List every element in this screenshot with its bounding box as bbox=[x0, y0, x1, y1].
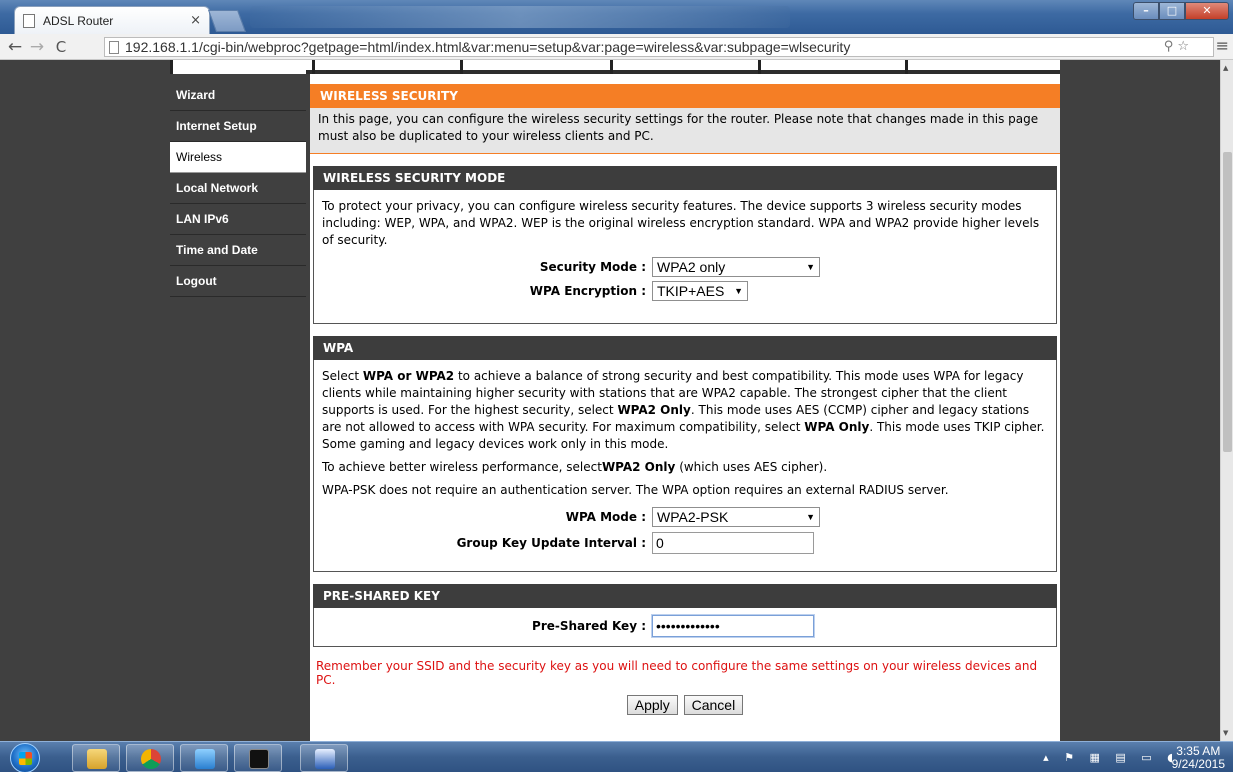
sidebar-item-lan-ipv6[interactable]: LAN IPv6 bbox=[170, 204, 306, 235]
page-icon bbox=[109, 40, 119, 54]
pre-shared-key-label: Pre-Shared Key : bbox=[532, 618, 646, 633]
ssid-reminder-note: Remember your SSID and the security key … bbox=[316, 659, 1038, 687]
group-key-interval-label: Group Key Update Interval : bbox=[456, 535, 646, 550]
chrome-icon bbox=[141, 749, 161, 769]
taskbar-word[interactable] bbox=[300, 744, 348, 772]
app-icon bbox=[195, 749, 215, 769]
forward-icon[interactable]: → bbox=[28, 37, 46, 57]
background-window-area bbox=[250, 6, 790, 28]
new-tab-button[interactable] bbox=[207, 10, 247, 32]
security-mode-label: Security Mode : bbox=[539, 259, 646, 274]
menu-icon[interactable]: ≡ bbox=[1216, 36, 1229, 55]
wpa-panel: Select WPA or WPA2 to achieve a balance … bbox=[313, 360, 1057, 572]
security-mode-value: WPA2 only bbox=[657, 258, 726, 275]
wpa-encryption-label: WPA Encryption : bbox=[529, 283, 646, 298]
windows-taskbar: ▴ ⚑ ▦ ▤ ▭ ◖ 3:35 AM 9/24/2015 bbox=[0, 741, 1233, 772]
browser-titlebar: ADSL Router × – □ ✕ bbox=[0, 0, 1233, 34]
tab-divider bbox=[312, 60, 315, 74]
security-mode-panel: To protect your privacy, you can configu… bbox=[313, 190, 1057, 324]
taskbar-app[interactable] bbox=[180, 744, 228, 772]
maximize-button[interactable]: □ bbox=[1159, 2, 1185, 20]
windows-logo-icon bbox=[19, 752, 32, 765]
back-icon[interactable]: ← bbox=[6, 37, 24, 57]
scroll-up-icon[interactable]: ▲ bbox=[1223, 64, 1228, 72]
wpa-encryption-value: TKIP+AES bbox=[657, 282, 725, 299]
tab-divider bbox=[758, 60, 761, 74]
window-controls: – □ ✕ bbox=[1133, 2, 1229, 20]
pre-shared-key-heading: PRE-SHARED KEY bbox=[313, 584, 1057, 608]
group-key-interval-input[interactable]: 0 bbox=[652, 532, 814, 554]
wpa-mode-select[interactable]: WPA2-PSK ▼ bbox=[652, 507, 820, 527]
minimize-button[interactable]: – bbox=[1133, 2, 1159, 20]
scrollbar-thumb[interactable] bbox=[1223, 152, 1232, 452]
pre-shared-key-input[interactable]: ••••••••••••• bbox=[652, 615, 814, 637]
command-prompt-icon bbox=[249, 749, 269, 769]
reload-icon[interactable]: C bbox=[52, 38, 70, 56]
page-viewport: Wizard Internet Setup Wireless Local Net… bbox=[0, 60, 1220, 741]
scroll-down-icon[interactable]: ▼ bbox=[1223, 729, 1228, 737]
wpa-heading: WPA bbox=[313, 336, 1057, 360]
cancel-button[interactable]: Cancel bbox=[683, 695, 744, 715]
security-mode-description: To protect your privacy, you can configu… bbox=[322, 199, 1040, 247]
close-window-button[interactable]: ✕ bbox=[1185, 2, 1229, 20]
address-toolbar: ← → C 192.168.1.1/cgi-bin/webproc?getpag… bbox=[0, 34, 1233, 60]
sidebar-item-internet-setup[interactable]: Internet Setup bbox=[170, 111, 306, 142]
wpa-encryption-select[interactable]: TKIP+AES ▼ bbox=[652, 281, 748, 301]
vertical-scrollbar[interactable]: ▲ ▼ bbox=[1220, 60, 1233, 741]
system-tray[interactable]: ▴ ⚑ ▦ ▤ ▭ ◖ bbox=[1043, 751, 1179, 764]
dropdown-arrow-icon: ▼ bbox=[734, 285, 743, 296]
taskbar-cmd[interactable] bbox=[234, 744, 282, 772]
pre-shared-key-row: Pre-Shared Key : ••••••••••••• bbox=[322, 614, 1048, 638]
sidebar-item-local-network[interactable]: Local Network bbox=[170, 173, 306, 204]
security-mode-select[interactable]: WPA2 only ▼ bbox=[652, 257, 820, 277]
sidebar-item-wireless[interactable]: Wireless bbox=[170, 142, 306, 173]
tab-divider bbox=[610, 60, 613, 74]
wireless-security-heading: WIRELESS SECURITY bbox=[310, 84, 1060, 108]
tab-divider bbox=[905, 60, 908, 74]
sidebar-item-logout[interactable]: Logout bbox=[170, 266, 306, 297]
start-button[interactable] bbox=[10, 743, 40, 772]
url-text[interactable]: 192.168.1.1/cgi-bin/webproc?getpage=html… bbox=[125, 39, 850, 55]
wpa-mode-row: WPA Mode : WPA2-PSK ▼ bbox=[322, 505, 1048, 529]
pre-shared-key-panel: Pre-Shared Key : ••••••••••••• bbox=[313, 608, 1057, 647]
taskbar-explorer[interactable] bbox=[72, 744, 120, 772]
top-nav-tabs bbox=[170, 60, 1060, 74]
folder-icon bbox=[87, 749, 107, 769]
sidebar-item-wizard[interactable]: Wizard bbox=[170, 80, 306, 111]
word-icon bbox=[315, 749, 335, 769]
wpa-performance-note: To achieve better wireless performance, … bbox=[322, 460, 828, 474]
browser-tab[interactable]: ADSL Router × bbox=[14, 6, 210, 34]
dropdown-arrow-icon: ▼ bbox=[806, 511, 815, 522]
pre-shared-key-value: ••••••••••••• bbox=[656, 617, 720, 634]
page-icon bbox=[23, 13, 35, 28]
zoom-star-icon[interactable]: ⚲ ☆ bbox=[1164, 39, 1189, 54]
wireless-security-intro: In this page, you can configure the wire… bbox=[310, 108, 1060, 154]
close-tab-icon[interactable]: × bbox=[190, 13, 201, 28]
security-mode-heading: WIRELESS SECURITY MODE bbox=[313, 166, 1057, 190]
address-bar[interactable]: 192.168.1.1/cgi-bin/webproc?getpage=html… bbox=[104, 37, 1214, 57]
tab-title: ADSL Router bbox=[43, 13, 114, 28]
group-key-interval-row: Group Key Update Interval : 0 bbox=[322, 529, 1048, 557]
tab-divider bbox=[460, 60, 463, 74]
wpa-encryption-row: WPA Encryption : TKIP+AES ▼ bbox=[322, 279, 1048, 303]
sidebar: Wizard Internet Setup Wireless Local Net… bbox=[170, 80, 306, 741]
logo-slot bbox=[170, 60, 306, 74]
group-key-interval-value: 0 bbox=[656, 534, 664, 551]
clock-date: 9/24/2015 bbox=[1171, 757, 1225, 771]
form-buttons: Apply Cancel bbox=[310, 691, 1060, 715]
apply-button[interactable]: Apply bbox=[626, 695, 678, 715]
main-content: WIRELESS SECURITY In this page, you can … bbox=[310, 74, 1060, 741]
wpa-mode-value: WPA2-PSK bbox=[657, 508, 729, 525]
dropdown-arrow-icon: ▼ bbox=[806, 261, 815, 272]
wpa-description: Select WPA or WPA2 to achieve a balance … bbox=[322, 369, 1045, 451]
security-mode-row: Security Mode : WPA2 only ▼ bbox=[322, 255, 1048, 279]
wpa-mode-label: WPA Mode : bbox=[565, 509, 646, 524]
taskbar-chrome[interactable] bbox=[126, 744, 174, 772]
wpa-psk-note: WPA-PSK does not require an authenticati… bbox=[322, 483, 949, 497]
taskbar-clock[interactable]: 3:35 AM 9/24/2015 bbox=[1172, 745, 1225, 771]
sidebar-item-time-and-date[interactable]: Time and Date bbox=[170, 235, 306, 266]
